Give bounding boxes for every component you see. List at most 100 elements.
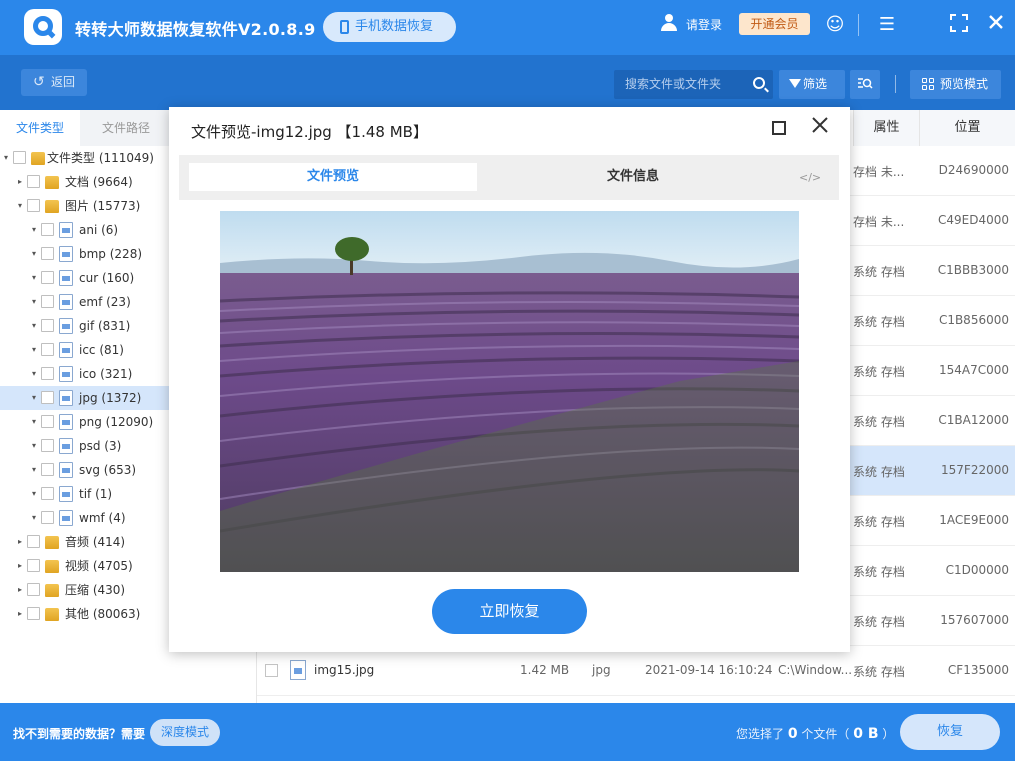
close-icon[interactable] (985, 14, 1007, 36)
vip-button[interactable]: 开通会员 (739, 13, 810, 35)
expand-arrow-icon[interactable]: ▸ (15, 530, 25, 554)
tree-checkbox[interactable] (41, 223, 54, 236)
file-name: img15.jpg (314, 663, 375, 677)
tree-checkbox[interactable] (27, 607, 40, 620)
column-header-attr[interactable]: 属性 (853, 110, 919, 146)
tree-item[interactable]: ▸ 视频 (4705) (0, 554, 170, 578)
collapse-arrow-icon[interactable]: ▾ (29, 506, 39, 530)
tree-checkbox[interactable] (27, 535, 40, 548)
deep-mode-button[interactable]: 深度模式 (150, 719, 220, 746)
table-row[interactable]: img15.jpg 1.42 MB jpg 2021-09-14 16:10:2… (257, 646, 1015, 696)
collapse-arrow-icon[interactable]: ▾ (29, 242, 39, 266)
tree-item[interactable]: ▸ 音频 (414) (0, 530, 170, 554)
support-icon[interactable]: ☺ (824, 14, 846, 36)
tree-checkbox[interactable] (41, 343, 54, 356)
tree-item[interactable]: ▾ jpg (1372) (0, 386, 170, 410)
expand-arrow-icon[interactable]: ▸ (15, 554, 25, 578)
login-link[interactable]: 请登录 (686, 16, 722, 33)
tree-checkbox[interactable] (41, 391, 54, 404)
folder-icon (45, 584, 59, 597)
maximize-icon[interactable] (948, 14, 970, 36)
sel-count: 0 (787, 726, 798, 742)
toolbar: ↺ 返回 搜索文件或文件夹 筛选 预览模式 (0, 55, 1015, 110)
tree-checkbox[interactable] (27, 559, 40, 572)
tree-checkbox[interactable] (41, 367, 54, 380)
tree-checkbox[interactable] (27, 199, 40, 212)
column-header-location[interactable]: 位置 (919, 110, 1015, 146)
collapse-arrow-icon[interactable]: ▾ (29, 386, 39, 410)
tree-checkbox[interactable] (41, 439, 54, 452)
tree-item-label: psd (3) (79, 439, 122, 453)
tree-item[interactable]: ▾ bmp (228) (0, 242, 170, 266)
collapse-arrow-icon[interactable]: ▾ (29, 458, 39, 482)
collapse-arrow-icon[interactable]: ▾ (29, 218, 39, 242)
collapse-arrow-icon[interactable]: ▾ (29, 314, 39, 338)
tree-checkbox[interactable] (41, 319, 54, 332)
collapse-arrow-icon[interactable]: ▾ (29, 482, 39, 506)
tree-item[interactable]: ▾ png (12090) (0, 410, 170, 434)
tree-checkbox[interactable] (41, 511, 54, 524)
search-input[interactable]: 搜索文件或文件夹 (614, 70, 773, 99)
tree-item[interactable]: ▸ 文档 (9664) (0, 170, 170, 194)
collapse-arrow-icon[interactable]: ▾ (29, 362, 39, 386)
collapse-arrow-icon[interactable]: ▾ (15, 194, 25, 218)
mobile-recovery-button[interactable]: 手机数据恢复 (323, 12, 456, 42)
collapse-arrow-icon[interactable]: ▾ (29, 338, 39, 362)
tree-item[interactable]: ▸ 压缩 (430) (0, 578, 170, 602)
tree-item[interactable]: ▾ cur (160) (0, 266, 170, 290)
recover-now-button[interactable]: 立即恢复 (432, 589, 587, 634)
tab-file-preview[interactable]: 文件预览 (189, 163, 477, 191)
tree-item[interactable]: ▾ ico (321) (0, 362, 170, 386)
expand-arrow-icon[interactable]: ▸ (15, 602, 25, 626)
tab-file-info[interactable]: 文件信息 (509, 163, 757, 191)
maximize-icon[interactable] (772, 121, 786, 135)
search-list-button[interactable] (850, 70, 880, 99)
tree-checkbox[interactable] (27, 175, 40, 188)
tree-checkbox[interactable] (41, 415, 54, 428)
tree-item[interactable]: ▾ svg (653) (0, 458, 170, 482)
close-icon[interactable] (809, 116, 831, 138)
tree-checkbox[interactable] (41, 295, 54, 308)
tree-item[interactable]: ▾ psd (3) (0, 434, 170, 458)
tree-checkbox[interactable] (41, 247, 54, 260)
tab-code-icon[interactable]: </> (799, 171, 821, 184)
tree-item[interactable]: ▸ 其他 (80063) (0, 602, 170, 626)
back-button[interactable]: ↺ 返回 (21, 69, 87, 96)
tab-file-type[interactable]: 文件类型 (0, 110, 80, 146)
tree-checkbox[interactable] (13, 151, 26, 164)
user-icon[interactable] (660, 14, 678, 32)
recover-button[interactable]: 恢复 (900, 714, 1000, 750)
tree-item-label: 图片 (15773) (65, 199, 141, 213)
tree-item[interactable]: ▾ 文件类型 (111049) (0, 146, 170, 170)
file-attr: 存档 未... (853, 215, 905, 229)
tree-item[interactable]: ▾ icc (81) (0, 338, 170, 362)
tree-checkbox[interactable] (41, 487, 54, 500)
tree-checkbox[interactable] (27, 583, 40, 596)
collapse-arrow-icon[interactable]: ▾ (29, 290, 39, 314)
collapse-arrow-icon[interactable]: ▾ (1, 146, 11, 170)
collapse-arrow-icon[interactable]: ▾ (29, 266, 39, 290)
preview-image (220, 211, 799, 572)
search-icon[interactable] (753, 77, 765, 89)
tree-item[interactable]: ▾ tif (1) (0, 482, 170, 506)
tree-item[interactable]: ▾ gif (831) (0, 314, 170, 338)
expand-arrow-icon[interactable]: ▸ (15, 578, 25, 602)
tab-file-path[interactable]: 文件路径 (80, 110, 172, 146)
tree-item[interactable]: ▾ ani (6) (0, 218, 170, 242)
file-location: 157607000 (940, 613, 1009, 627)
tree-checkbox[interactable] (41, 271, 54, 284)
tree-checkbox[interactable] (41, 463, 54, 476)
collapse-arrow-icon[interactable]: ▾ (29, 434, 39, 458)
tree-item[interactable]: ▾ wmf (4) (0, 506, 170, 530)
tree-item[interactable]: ▾ emf (23) (0, 290, 170, 314)
filter-button[interactable]: 筛选 (779, 70, 845, 99)
collapse-arrow-icon[interactable]: ▾ (29, 410, 39, 434)
filter-icon (789, 79, 801, 88)
file-date: 2021-09-14 16:10:24 (645, 663, 773, 677)
expand-arrow-icon[interactable]: ▸ (15, 170, 25, 194)
tree-item-label: png (12090) (79, 415, 154, 429)
preview-mode-button[interactable]: 预览模式 (910, 70, 1001, 99)
menu-icon[interactable]: ☰ (876, 14, 898, 36)
row-checkbox[interactable] (265, 664, 278, 677)
tree-item[interactable]: ▾ 图片 (15773) (0, 194, 170, 218)
